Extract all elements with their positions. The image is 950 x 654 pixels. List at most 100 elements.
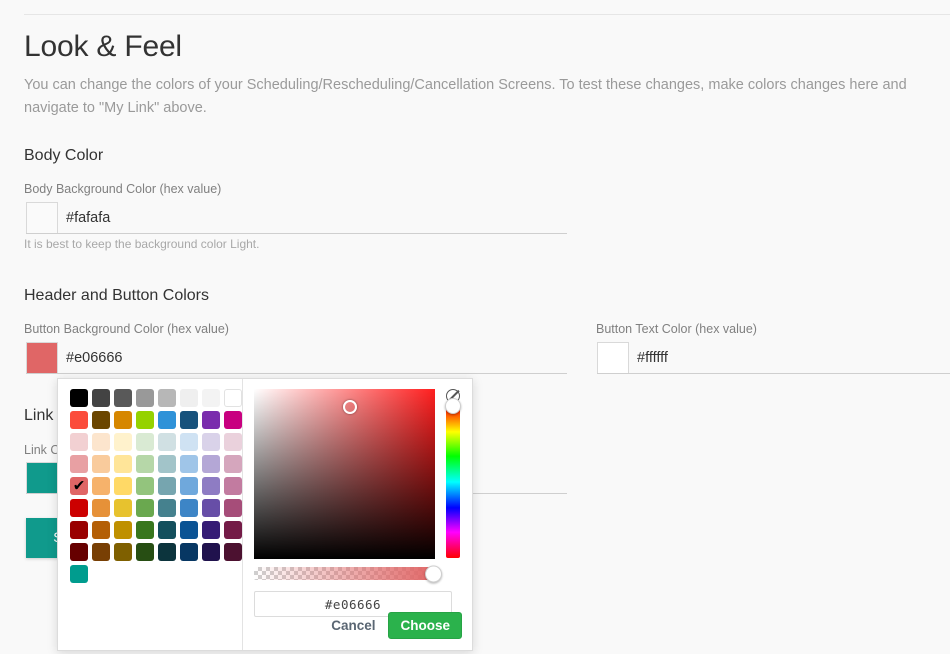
palette-swatch-r8-c1[interactable] [70, 543, 88, 561]
palette-swatch-r3-c3[interactable] [114, 433, 132, 451]
button-text-color-value[interactable]: #ffffff [637, 350, 668, 366]
palette-swatch-r3-c7[interactable] [202, 433, 220, 451]
palette-swatch-r1-c5[interactable] [158, 389, 176, 407]
palette-swatch-r7-c8[interactable] [224, 521, 242, 539]
palette-swatch-r2-c4[interactable] [136, 411, 154, 429]
palette-swatch-r7-c6[interactable] [180, 521, 198, 539]
palette-swatch-r6-c3[interactable] [114, 499, 132, 517]
palette-swatch-r3-c2[interactable] [92, 433, 110, 451]
palette-swatch-r4-c5[interactable] [158, 455, 176, 473]
palette-swatch-r3-c4[interactable] [136, 433, 154, 451]
button-background-color-value[interactable]: #e06666 [66, 350, 122, 366]
alpha-slider-handle[interactable] [425, 565, 442, 582]
palette-swatch-r3-c5[interactable] [158, 433, 176, 451]
body-background-color-value[interactable]: #fafafa [66, 210, 110, 226]
palette-swatch-r4-c1[interactable] [70, 455, 88, 473]
palette-swatch-r7-c5[interactable] [158, 521, 176, 539]
link-color-swatch[interactable] [26, 462, 58, 494]
palette-swatch-r8-c2[interactable] [92, 543, 110, 561]
palette-swatch-r8-c5[interactable] [158, 543, 176, 561]
palette-swatch-r4-c2[interactable] [92, 455, 110, 473]
choose-button[interactable]: Choose [388, 612, 462, 639]
palette-swatch-r6-c4[interactable] [136, 499, 154, 517]
body-background-color-help: It is best to keep the background color … [24, 237, 260, 251]
palette-swatch-r1-c2[interactable] [92, 389, 110, 407]
palette-swatch-r2-c3[interactable] [114, 411, 132, 429]
section-heading-body-color: Body Color [24, 147, 104, 164]
section-heading-header-button-colors: Header and Button Colors [24, 287, 209, 304]
palette-swatch-r8-c4[interactable] [136, 543, 154, 561]
body-background-color-swatch[interactable] [26, 202, 58, 234]
palette-swatch-r1-c7[interactable] [202, 389, 220, 407]
color-picker-palette: ✔ [58, 379, 243, 650]
section-heading-link: Link [24, 407, 54, 424]
palette-swatch-r1-c4[interactable] [136, 389, 154, 407]
button-text-color-underline [597, 373, 950, 374]
button-text-color-swatch[interactable] [597, 342, 629, 374]
palette-swatch-r4-c7[interactable] [202, 455, 220, 473]
palette-swatch-r1-c1[interactable] [70, 389, 88, 407]
palette-swatch-r6-c8[interactable] [224, 499, 242, 517]
palette-swatch-r2-c5[interactable] [158, 411, 176, 429]
palette-swatch-r7-c3[interactable] [114, 521, 132, 539]
hue-column [444, 389, 462, 559]
custom-swatch-1[interactable] [70, 565, 88, 583]
link-color-label: Link C [24, 443, 60, 457]
color-picker-controls: #e06666 Cancel Choose [243, 379, 473, 650]
palette-swatch-r5-c4[interactable] [136, 477, 154, 495]
palette-swatch-r6-c2[interactable] [92, 499, 110, 517]
palette-swatch-r1-c8[interactable] [224, 389, 242, 407]
palette-swatch-r5-c5[interactable] [158, 477, 176, 495]
palette-swatch-r6-c5[interactable] [158, 499, 176, 517]
palette-swatch-r8-c3[interactable] [114, 543, 132, 561]
palette-swatch-r2-c7[interactable] [202, 411, 220, 429]
palette-swatch-r6-c6[interactable] [180, 499, 198, 517]
palette-swatch-r7-c1[interactable] [70, 521, 88, 539]
saturation-value-area[interactable] [254, 389, 435, 559]
page-description: You can change the colors of your Schedu… [24, 77, 907, 116]
palette-swatch-r5-c8[interactable] [224, 477, 242, 495]
palette-swatch-r8-c7[interactable] [202, 543, 220, 561]
palette-swatch-r5-c1[interactable]: ✔ [70, 477, 88, 495]
palette-swatch-r2-c1[interactable] [70, 411, 88, 429]
hue-slider-handle[interactable] [445, 398, 461, 414]
palette-swatch-r3-c6[interactable] [180, 433, 198, 451]
palette-swatch-r1-c3[interactable] [114, 389, 132, 407]
hue-slider[interactable] [445, 398, 461, 558]
look-and-feel-page: Look & Feel You can change the colors of… [0, 0, 950, 654]
palette-swatch-r2-c8[interactable] [224, 411, 242, 429]
button-background-color-underline [26, 373, 567, 374]
palette-swatch-r3-c1[interactable] [70, 433, 88, 451]
cancel-button[interactable]: Cancel [329, 614, 377, 637]
palette-swatch-r7-c2[interactable] [92, 521, 110, 539]
selected-check-icon: ✔ [72, 476, 86, 495]
palette-swatch-r7-c7[interactable] [202, 521, 220, 539]
palette-swatch-r5-c6[interactable] [180, 477, 198, 495]
color-picker-actions: Cancel Choose [329, 612, 462, 639]
palette-swatch-r4-c4[interactable] [136, 455, 154, 473]
palette-swatch-r5-c7[interactable] [202, 477, 220, 495]
palette-swatch-r8-c6[interactable] [180, 543, 198, 561]
body-background-color-underline [26, 233, 567, 234]
palette-swatch-r4-c3[interactable] [114, 455, 132, 473]
palette-swatch-r1-c6[interactable] [180, 389, 198, 407]
saturation-value-cursor[interactable] [343, 400, 357, 414]
palette-swatch-r2-c2[interactable] [92, 411, 110, 429]
alpha-slider[interactable] [254, 565, 442, 582]
palette-swatch-r6-c7[interactable] [202, 499, 220, 517]
top-divider [24, 14, 950, 15]
color-picker-popup: ✔ #e06666 Cancel Choose [57, 378, 473, 651]
palette-swatch-r7-c4[interactable] [136, 521, 154, 539]
palette-swatch-r3-c8[interactable] [224, 433, 242, 451]
palette-swatch-r8-c8[interactable] [224, 543, 242, 561]
palette-swatch-r5-c3[interactable] [114, 477, 132, 495]
button-background-color-swatch[interactable] [26, 342, 58, 374]
palette-swatch-r6-c1[interactable] [70, 499, 88, 517]
button-background-color-label: Button Background Color (hex value) [24, 322, 229, 336]
page-title: Look & Feel [24, 30, 182, 63]
palette-swatch-r4-c8[interactable] [224, 455, 242, 473]
palette-swatch-r4-c6[interactable] [180, 455, 198, 473]
palette-swatch-r2-c6[interactable] [180, 411, 198, 429]
palette-swatch-r5-c2[interactable] [92, 477, 110, 495]
body-background-color-label: Body Background Color (hex value) [24, 182, 222, 196]
